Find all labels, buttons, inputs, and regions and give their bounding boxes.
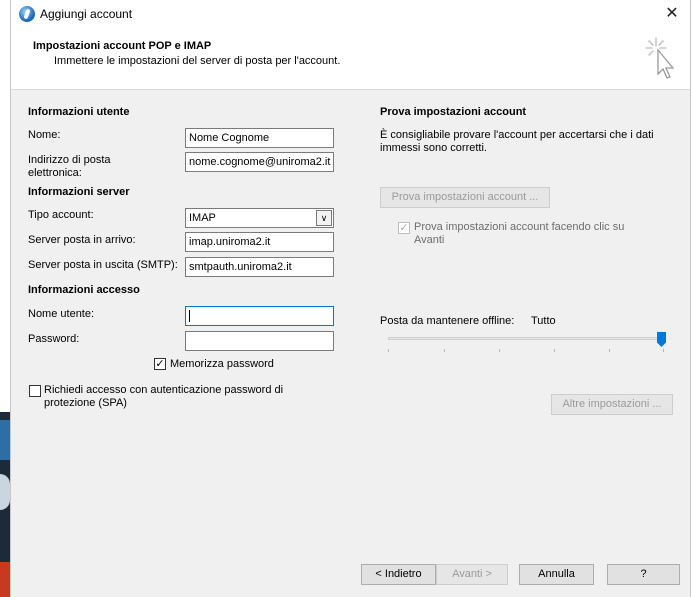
slider-tick — [388, 349, 389, 352]
remember-password-checkbox[interactable]: ✓ — [154, 358, 166, 370]
wizard-cursor-icon — [645, 37, 675, 79]
section-user-info: Informazioni utente — [28, 106, 130, 118]
email-label: Indirizzo di posta elettronica: — [28, 154, 111, 179]
auto-test-label: Prova impostazioni account facendo clic … — [414, 221, 625, 246]
chevron-down-icon[interactable]: ∨ — [316, 210, 332, 226]
section-test-settings: Prova impostazioni account — [380, 106, 527, 118]
account-type-select[interactable]: IMAP ∨ — [185, 208, 334, 228]
offline-label: Posta da mantenere offline: — [380, 315, 515, 327]
section-login-info: Informazioni accesso — [28, 284, 140, 296]
slider-tick — [609, 349, 610, 352]
dialog-window: Aggiungi account ✕ Impostazioni account … — [10, 0, 691, 597]
account-type-value: IMAP — [189, 212, 216, 224]
more-settings-button[interactable]: Altre impostazioni ... — [551, 394, 673, 415]
offline-slider-thumb[interactable] — [657, 332, 666, 347]
password-label: Password: — [28, 333, 80, 345]
section-server-info: Informazioni server — [28, 186, 130, 198]
slider-tick — [499, 349, 500, 352]
outlook-app-icon — [19, 6, 35, 22]
account-type-label: Tipo account: — [28, 209, 94, 221]
name-label: Nome: — [28, 129, 61, 141]
checkmark-icon: ✓ — [155, 358, 165, 370]
incoming-server-input[interactable]: imap.uniroma2.it — [185, 232, 334, 252]
desktop-tile — [0, 420, 10, 460]
window-title: Aggiungi account — [40, 7, 133, 21]
page-title: Impostazioni account POP e IMAP — [33, 40, 212, 52]
incoming-server-label: Server posta in arrivo: — [28, 234, 136, 246]
outgoing-server-input[interactable]: smtpauth.uniroma2.it — [185, 257, 334, 277]
desktop-tile — [0, 562, 10, 597]
spa-checkbox[interactable] — [29, 385, 41, 397]
next-button[interactable]: Avanti > — [436, 564, 508, 585]
checkmark-icon: ✓ — [399, 222, 409, 234]
cancel-button[interactable]: Annulla — [519, 564, 594, 585]
offline-value: Tutto — [531, 315, 556, 327]
password-input[interactable] — [185, 331, 334, 351]
title-bar: Aggiungi account ✕ — [11, 0, 690, 30]
name-input[interactable]: Nome Cognome — [185, 128, 334, 148]
test-account-button[interactable]: Prova impostazioni account ... — [380, 187, 550, 208]
desktop-strip — [0, 412, 10, 597]
slider-tick — [554, 349, 555, 352]
page-subtitle: Immettere le impostazioni del server di … — [54, 55, 341, 67]
text-caret — [189, 310, 190, 323]
desktop-background — [0, 0, 10, 597]
back-button[interactable]: < Indietro — [361, 564, 436, 585]
offline-slider-track[interactable] — [388, 337, 666, 340]
outgoing-server-label: Server posta in uscita (SMTP): — [28, 259, 178, 271]
close-icon[interactable]: ✕ — [662, 4, 682, 24]
username-label: Nome utente: — [28, 308, 95, 320]
remember-password-label: Memorizza password — [170, 358, 274, 370]
spa-label: Richiedi accesso con autenticazione pass… — [44, 384, 284, 409]
slider-tick — [444, 349, 445, 352]
wizard-header: Impostazioni account POP e IMAP Immetter… — [11, 30, 690, 90]
slider-tick — [663, 349, 664, 352]
auto-test-checkbox[interactable]: ✓ — [398, 222, 410, 234]
username-input[interactable] — [185, 306, 334, 326]
desktop-icon — [0, 474, 10, 510]
email-input[interactable]: nome.cognome@uniroma2.it — [185, 152, 334, 172]
help-button[interactable]: ? — [607, 564, 680, 585]
test-description: È consigliabile provare l'account per ac… — [380, 129, 654, 154]
